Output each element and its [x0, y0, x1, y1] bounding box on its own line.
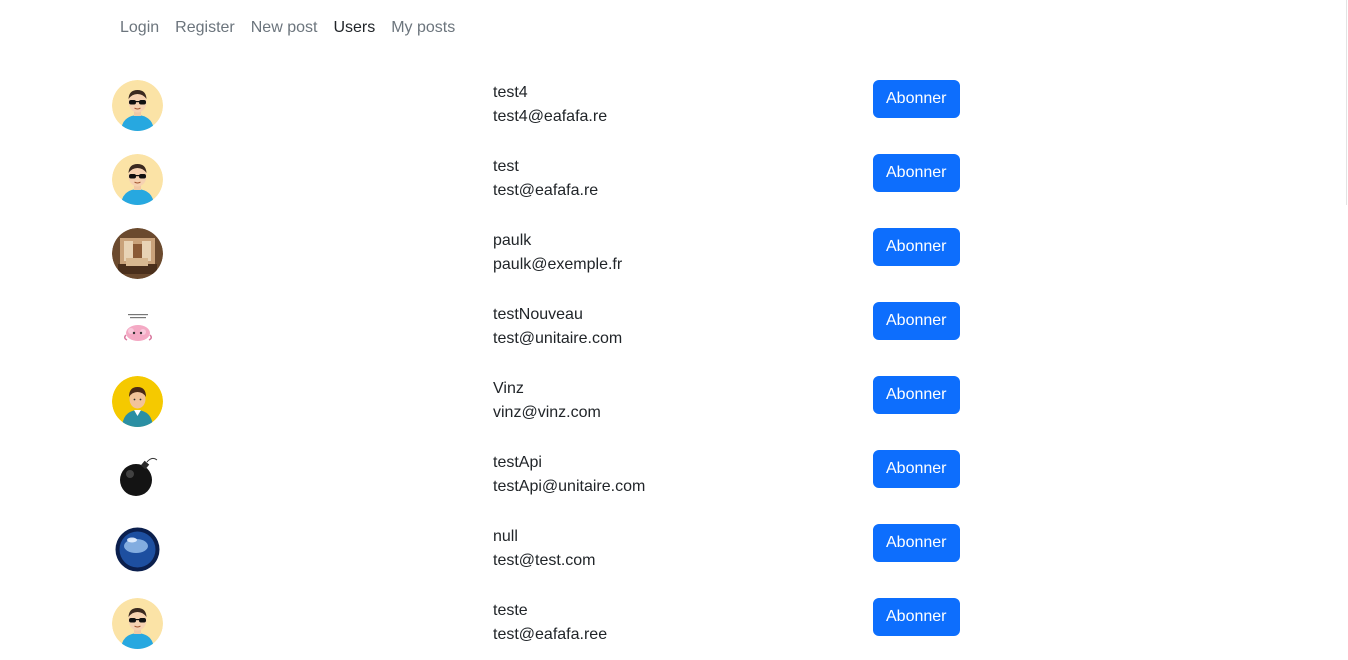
user-info: testApi testApi@unitaire.com	[493, 451, 645, 499]
user-info: paulk paulk@exemple.fr	[493, 229, 622, 277]
nav-users-link[interactable]: Users	[325, 8, 383, 48]
user-row: testNouveau test@unitaire.com Abonner	[112, 290, 972, 364]
scrollbar-track[interactable]	[1346, 0, 1347, 205]
username: Vinz	[493, 380, 524, 397]
user-email: test@unitaire.com	[493, 330, 623, 347]
username: testApi	[493, 454, 542, 471]
user-row: test test@eafafa.re Abonner	[112, 142, 972, 216]
subscribe-button[interactable]: Abonner	[873, 80, 960, 118]
user-row: test4 test4@eafafa.re Abonner	[112, 68, 972, 142]
user-info: testNouveau test@unitaire.com	[493, 303, 622, 351]
subscribe-button[interactable]: Abonner	[873, 450, 960, 488]
users-list: test4 test4@eafafa.re Abonner test test@…	[112, 68, 972, 660]
sunglasses-man-avatar	[112, 154, 163, 205]
user-info: null test@test.com	[493, 525, 596, 573]
username: test4	[493, 84, 528, 101]
user-email: testApi@unitaire.com	[493, 478, 646, 495]
user-row: Vinz vinz@vinz.com Abonner	[112, 364, 972, 438]
sunglasses-man-avatar	[112, 598, 163, 649]
sunglasses-man-avatar	[112, 80, 163, 131]
username: teste	[493, 602, 528, 619]
subscribe-button[interactable]: Abonner	[873, 598, 960, 636]
nav-register-link[interactable]: Register	[167, 8, 243, 48]
user-row: null test@test.com Abonner	[112, 512, 972, 586]
user-row: paulk paulk@exemple.fr Abonner	[112, 216, 972, 290]
subscribe-button[interactable]: Abonner	[873, 376, 960, 414]
bomb-avatar	[112, 450, 163, 501]
user-info: test4 test4@eafafa.re	[493, 81, 607, 129]
pink-cartoon-avatar	[112, 302, 163, 353]
subscribe-button[interactable]: Abonner	[873, 524, 960, 562]
user-email: paulk@exemple.fr	[493, 256, 623, 273]
user-info: test test@eafafa.re	[493, 155, 598, 203]
username: null	[493, 528, 518, 545]
person-yellow-avatar	[112, 376, 163, 427]
username: testNouveau	[493, 306, 583, 323]
user-info: Vinz vinz@vinz.com	[493, 377, 601, 425]
nav-login-link[interactable]: Login	[112, 8, 167, 48]
subscribe-button[interactable]: Abonner	[873, 154, 960, 192]
username: test	[493, 158, 519, 175]
user-info: teste test@eafafa.ree	[493, 599, 607, 647]
username: paulk	[493, 232, 532, 249]
user-email: test@test.com	[493, 552, 596, 569]
subscribe-button[interactable]: Abonner	[873, 228, 960, 266]
top-nav: Login Register New post Users My posts	[112, 8, 463, 48]
user-email: test4@eafafa.re	[493, 108, 608, 125]
user-email: test@eafafa.re	[493, 182, 599, 199]
user-email: vinz@vinz.com	[493, 404, 601, 421]
user-email: test@eafafa.ree	[493, 626, 608, 643]
user-row: testApi testApi@unitaire.com Abonner	[112, 438, 972, 512]
nav-new-post-link[interactable]: New post	[243, 8, 326, 48]
subscribe-button[interactable]: Abonner	[873, 302, 960, 340]
blue-globe-avatar	[112, 524, 163, 575]
nav-my-posts-link[interactable]: My posts	[383, 8, 463, 48]
room-photo-avatar	[112, 228, 163, 279]
